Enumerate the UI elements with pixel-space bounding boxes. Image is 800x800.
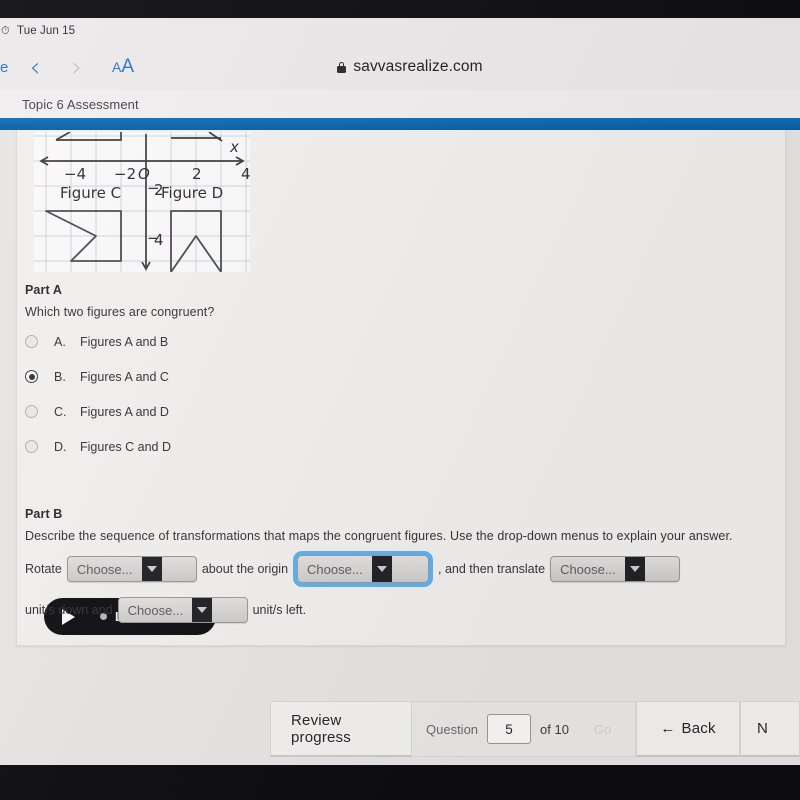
radio-button-d[interactable]	[25, 440, 38, 453]
part-a-choices: A. Figures A and B B. Figures A and C C.…	[25, 332, 214, 456]
question-navigator: Question 5 of 10 Go	[412, 701, 636, 757]
tablet-device: ⏱ Tue Jun 15 e ‹ › AA savvasrealize.com …	[0, 0, 800, 800]
back-button[interactable]: ← Back	[636, 701, 740, 757]
svg-text:Figure D: Figure D	[161, 184, 223, 202]
text-size-large-a: A	[121, 56, 135, 77]
radio-button-c[interactable]	[25, 405, 38, 418]
tab-stub-label[interactable]: e	[0, 59, 14, 76]
url-text: savvasrealize.com	[353, 58, 483, 75]
app-header-bar	[0, 118, 800, 130]
svg-text:x: x	[229, 138, 239, 156]
svg-text:Figure C: Figure C	[60, 184, 121, 202]
question-card: −4 −2 O 2 4 − 2 − 4 x Figure C Figure D …	[16, 130, 786, 646]
translate-down-value: Choose...	[560, 561, 616, 577]
choice-option-b[interactable]: B. Figures A and C	[25, 367, 214, 386]
chevron-down-icon[interactable]	[371, 556, 392, 582]
choice-text-d: Figures C and D	[80, 439, 172, 454]
part-a-question: Which two figures are congruent?	[25, 305, 215, 319]
svg-text:−2: −2	[114, 165, 136, 183]
choice-letter-d: D.	[54, 439, 67, 454]
choice-option-d[interactable]: D. Figures C and D	[25, 437, 214, 456]
part-b-section: Part B Describe the sequence of transfor…	[25, 507, 733, 543]
chevron-right-icon[interactable]: ›	[56, 54, 98, 81]
part-b-label: Part B	[25, 507, 63, 521]
translate-left-value: Choose...	[127, 602, 184, 618]
wifi-icon: ⏱	[1, 24, 10, 37]
question-number-input[interactable]: 5	[487, 714, 532, 744]
chevron-down-icon[interactable]	[624, 557, 645, 581]
rotation-direction-dropdown[interactable]: Choose...	[293, 551, 434, 587]
device-top-bezel	[0, 0, 800, 18]
choice-text-b: Figures A and C	[80, 369, 169, 384]
radio-button-b[interactable]	[25, 370, 38, 383]
sentence-mid-1: about the origin	[201, 562, 289, 576]
choice-option-a[interactable]: A. Figures A and B	[25, 332, 214, 351]
chevron-down-icon[interactable]	[192, 598, 213, 622]
text-size-button[interactable]: AA	[112, 56, 134, 78]
radio-button-a[interactable]	[25, 335, 38, 348]
go-button[interactable]: Go	[594, 722, 611, 737]
part-a-label: Part A	[25, 283, 62, 297]
svg-text:4: 4	[241, 165, 250, 183]
rotation-direction-value: Choose...	[307, 561, 363, 577]
sentence-tail-2: unit/s left.	[252, 603, 307, 617]
chevron-down-icon[interactable]	[141, 557, 162, 581]
arrow-left-icon: ←	[660, 720, 676, 737]
rotation-amount-value: Choose...	[76, 561, 133, 577]
browser-tab-title[interactable]: Topic 6 Assessment	[0, 97, 139, 112]
question-total-label: of 10	[540, 721, 569, 737]
choice-option-c[interactable]: C. Figures A and D	[25, 402, 214, 421]
browser-chrome: ⏱ Tue Jun 15 e ‹ › AA savvasrealize.com …	[0, 18, 800, 118]
svg-text:4: 4	[154, 231, 164, 249]
translate-down-dropdown[interactable]: Choose...	[550, 556, 681, 582]
question-label: Question	[426, 721, 479, 737]
assessment-page: −4 −2 O 2 4 − 2 − 4 x Figure C Figure D …	[0, 130, 800, 765]
sentence-tail-1: unit/s down and	[25, 603, 113, 617]
next-button[interactable]: N	[740, 701, 800, 757]
assessment-bottom-nav: Review progress Question 5 of 10 Go ← Ba…	[0, 701, 800, 757]
choice-text-a: Figures A and B	[80, 334, 169, 349]
back-label: Back	[681, 720, 716, 737]
svg-text:−4: −4	[64, 165, 86, 183]
status-bar-date: Tue Jun 15	[17, 25, 76, 37]
browser-tab-bar: Topic 6 Assessment	[0, 90, 800, 118]
translate-left-dropdown[interactable]: Choose...	[117, 597, 248, 623]
part-b-question: Describe the sequence of transformations…	[25, 529, 733, 543]
review-progress-button[interactable]: Review progress	[270, 701, 412, 757]
coordinate-plane-figure: −4 −2 O 2 4 − 2 − 4 x Figure C Figure D	[34, 132, 250, 272]
sentence-lead: Rotate	[25, 562, 62, 576]
chevron-left-icon[interactable]: ‹	[14, 54, 56, 81]
rotation-amount-dropdown[interactable]: Choose...	[66, 556, 197, 582]
svg-text:2: 2	[192, 165, 202, 183]
part-b-answer-row: Rotate Choose... about the origin Choose…	[25, 551, 770, 623]
choice-letter-a: A.	[54, 334, 66, 349]
text-size-small-a: A	[112, 59, 122, 75]
choice-text-c: Figures A and D	[80, 404, 169, 419]
lock-icon	[337, 61, 347, 73]
sentence-mid-2: , and then translate	[438, 562, 546, 576]
part-a-section: Part A Which two figures are congruent? …	[25, 283, 214, 472]
choice-letter-c: C.	[54, 404, 67, 419]
address-bar[interactable]: savvasrealize.com	[280, 44, 540, 90]
ios-status-bar: ⏱ Tue Jun 15	[0, 18, 800, 44]
device-bottom-bezel	[0, 765, 800, 800]
choice-letter-b: B.	[54, 369, 66, 384]
